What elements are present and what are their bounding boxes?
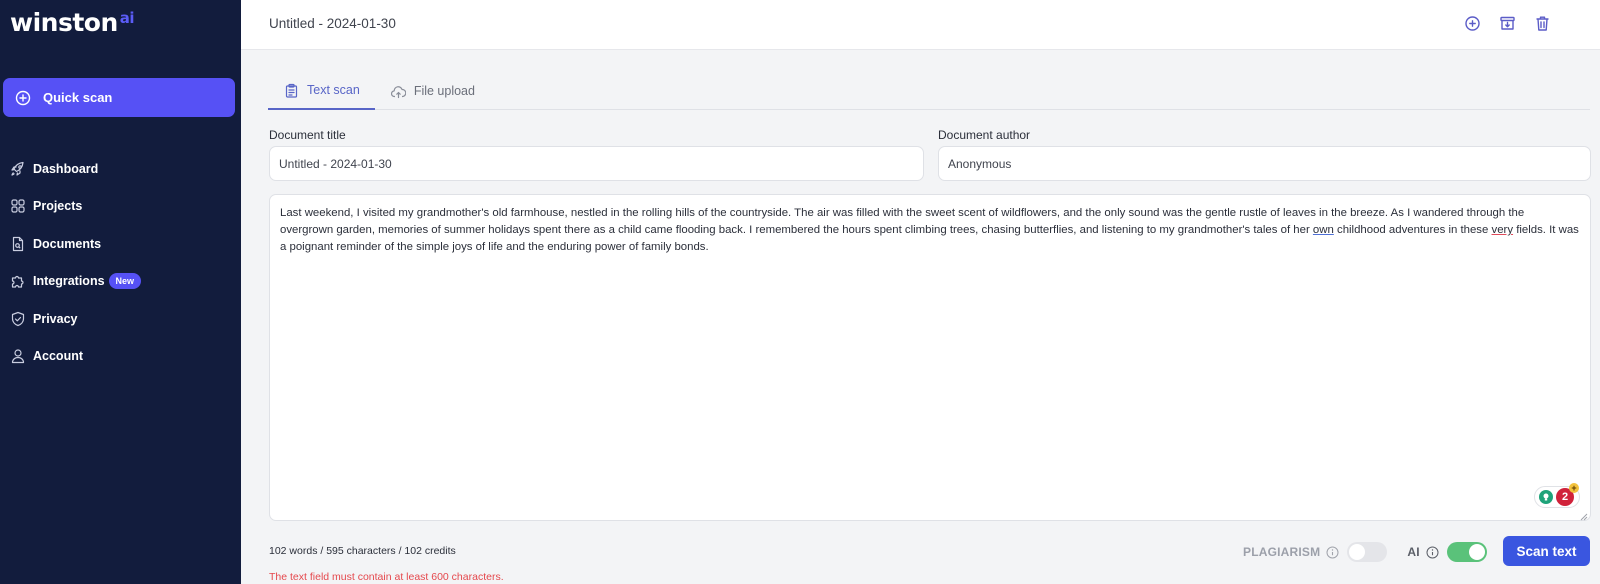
document-search-icon xyxy=(10,236,26,252)
plagiarism-toggle[interactable] xyxy=(1347,542,1388,562)
sidebar-nav: Dashboard Projects Documents Integration… xyxy=(0,150,241,375)
sidebar-item-documents[interactable]: Documents xyxy=(0,225,241,263)
header-actions xyxy=(1463,14,1552,33)
sidebar-item-label: Privacy xyxy=(33,311,78,326)
toggle-knob xyxy=(1468,544,1485,560)
text-content: childhood adventures in these xyxy=(1333,224,1492,236)
plus-icon: + xyxy=(1569,483,1579,493)
ai-label: AI xyxy=(1407,545,1420,559)
sidebar-item-integrations[interactable]: Integrations New xyxy=(0,263,241,301)
user-icon xyxy=(10,348,26,364)
resize-handle-icon[interactable] xyxy=(1580,510,1588,521)
validation-error: The text field must contain at least 600… xyxy=(269,571,504,583)
sidebar-item-label: Projects xyxy=(33,199,83,214)
archive-icon xyxy=(1500,16,1515,30)
grid-icon xyxy=(10,198,26,214)
plus-circle-icon xyxy=(15,90,31,106)
scan-text-area[interactable]: Last weekend, I visited my grandmother's… xyxy=(269,194,1591,521)
logo-text: winston xyxy=(10,8,118,37)
plus-circle-icon xyxy=(1465,16,1480,31)
cloud-upload-icon xyxy=(390,84,406,99)
trash-icon xyxy=(1536,16,1549,31)
sidebar-item-label: Dashboard xyxy=(33,161,99,176)
new-badge: New xyxy=(108,273,142,290)
sidebar-item-label: Documents xyxy=(33,236,102,251)
winston-ai-logo[interactable]: winston ai xyxy=(10,8,135,37)
quick-scan-button[interactable]: Quick scan xyxy=(3,78,235,117)
document-title-heading: Untitled - 2024-01-30 xyxy=(269,16,396,31)
logo-suffix: ai xyxy=(119,9,135,27)
plagiarism-label: PLAGIARISM xyxy=(1243,545,1321,559)
sidebar-item-label: Account xyxy=(33,349,83,364)
document-title-input[interactable] xyxy=(269,146,924,181)
sidebar-item-label: Integrations xyxy=(33,274,105,289)
lightbulb-icon xyxy=(1539,490,1553,504)
tab-label: File upload xyxy=(413,84,475,98)
grammar-checker-widget[interactable]: 2 + xyxy=(1534,483,1580,508)
clipboard-icon xyxy=(284,83,299,98)
ai-detection-toggle[interactable] xyxy=(1446,542,1487,562)
issues-count-text: 2 xyxy=(1561,490,1569,503)
tab-text-scan[interactable]: Text scan xyxy=(268,72,375,110)
puzzle-icon xyxy=(10,273,26,289)
info-icon[interactable] xyxy=(1326,546,1339,559)
tab-label: Text scan xyxy=(307,83,360,97)
sidebar: winston ai Quick scan Dashboard Projects … xyxy=(0,0,241,584)
scan-text-button[interactable]: Scan text xyxy=(1503,536,1590,566)
toggle-knob xyxy=(1349,544,1366,560)
sidebar-item-account[interactable]: Account xyxy=(0,338,241,376)
new-document-button[interactable] xyxy=(1463,14,1482,33)
top-header: Untitled - 2024-01-30 xyxy=(241,0,1600,50)
grammar-issues-count: 2 + xyxy=(1556,483,1579,506)
document-author-input[interactable] xyxy=(938,146,1591,181)
info-icon[interactable] xyxy=(1426,546,1439,559)
tab-file-upload[interactable]: File upload xyxy=(375,72,490,110)
sidebar-item-dashboard[interactable]: Dashboard xyxy=(0,150,241,188)
delete-button[interactable] xyxy=(1533,14,1552,33)
document-author-label: Document author xyxy=(938,128,1031,142)
document-title-label: Document title xyxy=(269,128,346,142)
scan-options: PLAGIARISM AI xyxy=(1243,539,1487,565)
sidebar-item-privacy[interactable]: Privacy xyxy=(0,300,241,338)
spelling-flag-word[interactable]: very xyxy=(1492,224,1514,236)
grammar-flag-word[interactable]: own xyxy=(1313,224,1334,236)
archive-button[interactable] xyxy=(1498,14,1517,33)
scan-mode-tabs: Text scan File upload xyxy=(268,72,1590,110)
quick-scan-label: Quick scan xyxy=(43,90,113,105)
rocket-icon xyxy=(10,161,26,177)
shield-check-icon xyxy=(10,311,26,327)
sidebar-item-projects[interactable]: Projects xyxy=(0,188,241,226)
text-stats: 102 words / 595 characters / 102 credits xyxy=(269,545,456,557)
